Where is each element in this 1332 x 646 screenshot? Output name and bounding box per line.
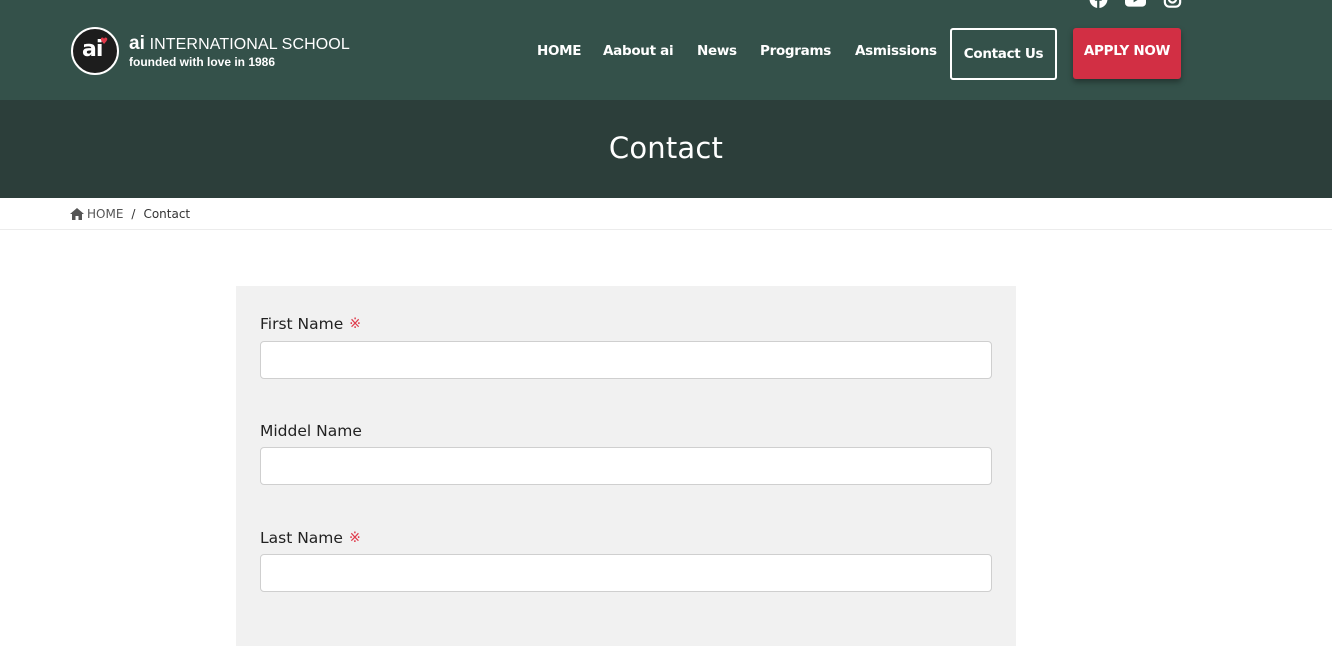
heart-icon: ♥ [100,37,109,47]
nav-news[interactable]: News [697,43,737,59]
required-icon: ※ [349,316,362,332]
breadcrumb: HOME / Contact [0,198,1332,230]
school-tagline: founded with love in 1986 [129,55,276,69]
school-name: ai INTERNATIONAL SCHOOL [129,34,350,53]
school-logo[interactable]: ai ♥ ai INTERNATIONAL SCHOOL founded wit… [71,27,350,75]
nav-admissions[interactable]: Asmissions [855,43,937,59]
page-banner: Contact [0,100,1332,198]
social-links [1088,0,1183,8]
breadcrumb-separator: / [131,207,136,221]
logo-text: ai INTERNATIONAL SCHOOL founded with lov… [129,34,350,68]
page-title: Contact [608,131,724,165]
school-name-rest: INTERNATIONAL SCHOOL [145,36,350,53]
last-name-label-text: Last Name [260,529,343,547]
first-name-field[interactable] [260,341,992,379]
nav-about[interactable]: Aabout ai [603,43,674,59]
breadcrumb-trail: HOME / Contact [70,207,190,221]
nav-home[interactable]: HOME [537,43,582,59]
apply-now-button[interactable]: APPLY NOW [1073,28,1181,79]
logo-badge: ai ♥ [71,27,119,75]
youtube-icon[interactable] [1125,0,1146,8]
middle-name-field[interactable] [260,447,992,485]
middle-name-label: Middel Name [260,422,362,440]
nav-programs[interactable]: Programs [760,43,831,59]
middle-name-label-text: Middel Name [260,422,362,440]
last-name-label: Last Name ※ [260,529,361,547]
breadcrumb-home[interactable]: HOME [87,207,123,221]
last-name-field[interactable] [260,554,992,592]
required-icon: ※ [348,530,361,546]
site-header: ai ♥ ai INTERNATIONAL SCHOOL founded wit… [0,0,1332,100]
home-icon[interactable] [70,208,84,220]
first-name-label: First Name ※ [260,315,361,333]
facebook-icon[interactable] [1088,0,1109,8]
first-name-label-text: First Name [260,315,344,333]
instagram-icon[interactable] [1162,0,1183,8]
school-name-prefix: ai [129,33,146,54]
nav-contact-us[interactable]: Contact Us [950,28,1057,80]
breadcrumb-current: Contact [143,207,191,221]
contact-form: First Name ※ Middel Name Last Name ※ [236,286,1016,646]
